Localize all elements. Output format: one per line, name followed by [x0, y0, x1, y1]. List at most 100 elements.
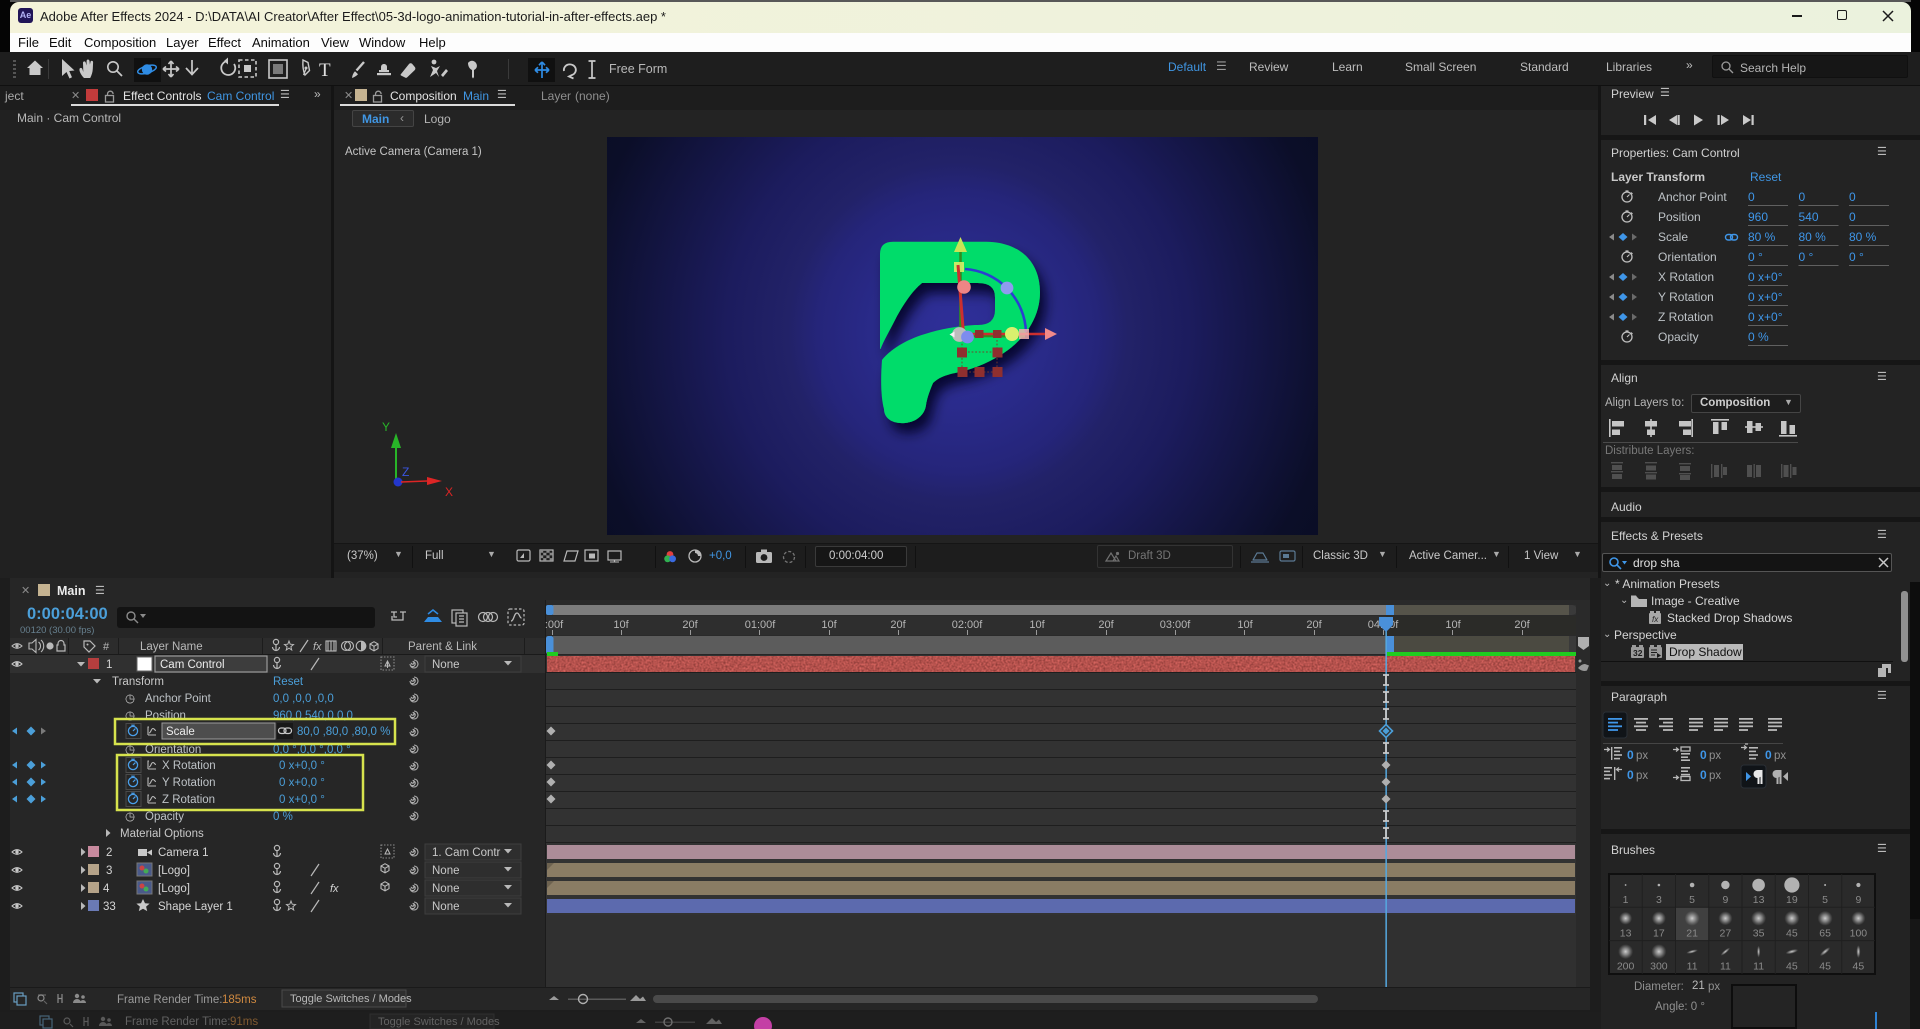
svg-text:0: 0 [1799, 190, 1806, 204]
svg-text:00120 (30.00 fps): 00120 (30.00 fps) [20, 625, 94, 636]
svg-text:Anchor Point: Anchor Point [145, 693, 212, 705]
svg-text:02:00f: 02:00f [952, 619, 984, 631]
svg-text:Frame Render Time:: Frame Render Time: [125, 1016, 230, 1028]
svg-text:#: # [103, 641, 110, 653]
svg-text:45: 45 [1786, 927, 1798, 939]
svg-text:Cam Control: Cam Control [160, 659, 225, 671]
svg-text:20f: 20f [1306, 619, 1322, 631]
svg-text:px: px [1774, 750, 1786, 762]
svg-text:✕: ✕ [21, 585, 30, 597]
svg-text:Toggle Switches / Modes: Toggle Switches / Modes [378, 1016, 500, 1028]
svg-text:960: 960 [1748, 210, 1768, 224]
svg-text:[Logo]: [Logo] [158, 865, 190, 877]
svg-text:Anchor Point: Anchor Point [1658, 190, 1727, 204]
svg-text:20f: 20f [682, 619, 698, 631]
svg-text:80,0 ,80,0 ,80,0 %: 80,0 ,80,0 ,80,0 % [297, 726, 390, 738]
svg-text:None: None [432, 659, 460, 671]
svg-text:◷: ◷ [125, 693, 135, 705]
svg-text:1. Cam Contr: 1. Cam Contr [432, 847, 501, 859]
svg-text:Opacity: Opacity [1658, 330, 1699, 344]
svg-text:10f: 10f [613, 619, 629, 631]
svg-text:Parent & Link: Parent & Link [408, 641, 477, 653]
svg-text:100: 100 [1850, 927, 1868, 939]
svg-text:0: 0 [1748, 190, 1755, 204]
svg-text:0 x+0,0 °: 0 x+0,0 ° [279, 794, 325, 806]
svg-text:0,0 ,0,0 ,0,0: 0,0 ,0,0 ,0,0 [273, 693, 334, 705]
svg-text:1: 1 [1623, 894, 1629, 906]
svg-text:13: 13 [1620, 927, 1632, 939]
svg-text:03:00f: 03:00f [1160, 619, 1192, 631]
svg-text:Y Rotation: Y Rotation [1658, 290, 1714, 304]
svg-text:10f: 10f [821, 619, 837, 631]
svg-text:200: 200 [1617, 961, 1635, 973]
svg-text:Material Options: Material Options [120, 828, 204, 840]
svg-text:9: 9 [1722, 894, 1728, 906]
svg-text:0:00:04:00: 0:00:04:00 [27, 605, 108, 623]
svg-text:Frame Render Time:: Frame Render Time: [117, 994, 222, 1006]
svg-text:Orientation: Orientation [1658, 250, 1717, 264]
svg-text:80 %: 80 % [1799, 230, 1827, 244]
svg-text:10f: 10f [1237, 619, 1253, 631]
svg-text:45: 45 [1853, 961, 1865, 973]
svg-text:X Rotation: X Rotation [1658, 270, 1714, 284]
svg-text:3: 3 [1656, 894, 1662, 906]
svg-text:35: 35 [1753, 927, 1765, 939]
svg-text:☰: ☰ [95, 585, 105, 597]
svg-text:Shape Layer 1: Shape Layer 1 [158, 901, 233, 913]
svg-text:None: None [432, 901, 460, 913]
svg-text:fx: fx [330, 883, 339, 895]
svg-text:0 °: 0 ° [1799, 250, 1814, 264]
svg-text:Y Rotation: Y Rotation [162, 777, 216, 789]
svg-text:X Rotation: X Rotation [162, 760, 216, 772]
svg-text:11: 11 [1720, 961, 1731, 973]
svg-text:fx: fx [313, 641, 322, 653]
svg-text:0 %: 0 % [273, 811, 293, 823]
svg-text:0 °: 0 ° [1748, 250, 1763, 264]
svg-text:fx: fx [1652, 615, 1659, 624]
svg-text:21: 21 [1686, 927, 1698, 939]
svg-text:Layer Name: Layer Name [140, 641, 203, 653]
svg-text:20f: 20f [890, 619, 906, 631]
svg-text:32: 32 [1633, 648, 1643, 658]
svg-text:45: 45 [1786, 961, 1798, 973]
svg-text:Main: Main [57, 584, 85, 598]
svg-text:11: 11 [1753, 961, 1764, 973]
svg-text:540: 540 [1799, 210, 1819, 224]
svg-text:10f: 10f [1445, 619, 1461, 631]
svg-text:185ms: 185ms [222, 994, 257, 1006]
svg-text::00f: :00f [545, 619, 564, 631]
svg-text:80 %: 80 % [1849, 230, 1877, 244]
svg-text:11: 11 [1687, 961, 1698, 973]
svg-text:px: px [1636, 770, 1648, 782]
svg-text:2: 2 [106, 847, 112, 859]
svg-text:1: 1 [106, 659, 112, 671]
svg-text:300: 300 [1650, 961, 1668, 973]
svg-text:19: 19 [1786, 894, 1798, 906]
svg-text:Position: Position [1658, 210, 1701, 224]
svg-text:0: 0 [1627, 748, 1634, 762]
svg-text:px: px [1636, 750, 1648, 762]
svg-text:None: None [432, 883, 460, 895]
svg-text:Z Rotation: Z Rotation [1658, 310, 1713, 324]
svg-text:01:00f: 01:00f [745, 619, 777, 631]
svg-text:X: X [445, 485, 453, 499]
svg-text:0: 0 [1849, 210, 1856, 224]
svg-text:0 °: 0 ° [1849, 250, 1864, 264]
svg-text:[Logo]: [Logo] [158, 883, 190, 895]
svg-text:65: 65 [1819, 927, 1831, 939]
svg-text:0 x+0,0 °: 0 x+0,0 ° [279, 777, 325, 789]
svg-text:91ms: 91ms [230, 1016, 258, 1028]
svg-text:0: 0 [1700, 748, 1707, 762]
svg-text:0: 0 [1765, 748, 1772, 762]
svg-text:Transform: Transform [112, 676, 164, 688]
svg-text:17: 17 [1653, 927, 1665, 939]
svg-text:0: 0 [1849, 190, 1856, 204]
svg-text:80 %: 80 % [1748, 230, 1776, 244]
svg-text:45: 45 [1819, 961, 1831, 973]
svg-text:◷: ◷ [125, 811, 135, 823]
svg-text:0 %: 0 % [1748, 330, 1769, 344]
svg-text:0 x+0°: 0 x+0° [1748, 310, 1783, 324]
svg-text:px: px [1709, 770, 1721, 782]
svg-text:0 x+0°: 0 x+0° [1748, 270, 1783, 284]
svg-text:33: 33 [103, 901, 116, 913]
